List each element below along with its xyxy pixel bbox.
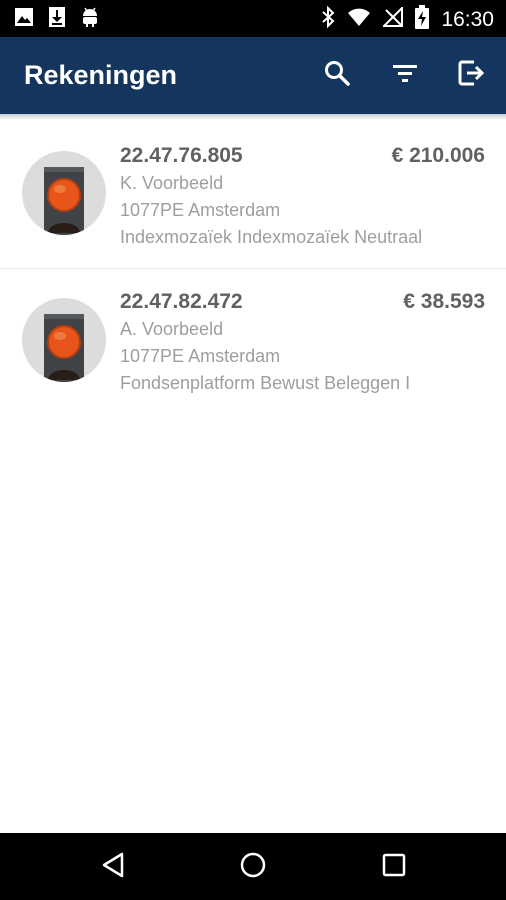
traffic-light-red-icon bbox=[22, 151, 106, 235]
account-address: 1077PE Amsterdam bbox=[120, 200, 281, 220]
traffic-light-red-icon bbox=[22, 298, 106, 382]
recents-icon bbox=[381, 852, 407, 883]
battery-charging-icon bbox=[415, 5, 430, 34]
search-button[interactable] bbox=[320, 58, 354, 92]
no-signal-icon bbox=[382, 5, 404, 32]
home-icon bbox=[239, 851, 267, 884]
account-holder: A. Voorbeeld bbox=[120, 319, 224, 339]
account-amount: € 210.006 bbox=[391, 144, 485, 167]
search-icon bbox=[323, 59, 351, 92]
account-product: Fondsenplatform Bewust Beleggen I bbox=[120, 373, 411, 393]
home-button[interactable] bbox=[237, 851, 269, 883]
wifi-icon bbox=[347, 7, 371, 32]
back-icon bbox=[100, 851, 126, 884]
account-row[interactable]: 22.47.82.472 € 38.593 A. Voorbeeld 1077P… bbox=[0, 268, 506, 414]
logout-icon bbox=[457, 58, 487, 93]
filter-button[interactable] bbox=[388, 58, 422, 92]
back-button[interactable] bbox=[97, 851, 129, 883]
download-icon bbox=[48, 6, 66, 33]
logout-button[interactable] bbox=[455, 58, 489, 92]
account-number: 22.47.82.472 bbox=[120, 290, 243, 313]
account-amount: € 38.593 bbox=[403, 290, 485, 313]
account-product: Indexmozaïek Indexmozaïek Neutraal bbox=[120, 227, 423, 247]
navigation-bar bbox=[0, 833, 506, 900]
account-number: 22.47.76.805 bbox=[120, 144, 243, 167]
recents-button[interactable] bbox=[378, 851, 410, 883]
account-address: 1077PE Amsterdam bbox=[120, 346, 281, 366]
app-bar: Rekeningen bbox=[0, 37, 506, 114]
account-row[interactable]: 22.47.76.805 € 210.006 K. Voorbeeld 1077… bbox=[0, 120, 506, 268]
bluetooth-icon bbox=[321, 5, 335, 33]
status-time: 16:30 bbox=[441, 7, 494, 31]
filter-icon bbox=[391, 62, 419, 89]
page-title: Rekeningen bbox=[24, 60, 178, 90]
image-icon bbox=[14, 7, 34, 32]
android-icon bbox=[80, 6, 100, 33]
status-bar: 16:30 bbox=[0, 0, 506, 37]
account-holder: K. Voorbeeld bbox=[120, 173, 224, 193]
account-list: 22.47.76.805 € 210.006 K. Voorbeeld 1077… bbox=[0, 120, 506, 414]
